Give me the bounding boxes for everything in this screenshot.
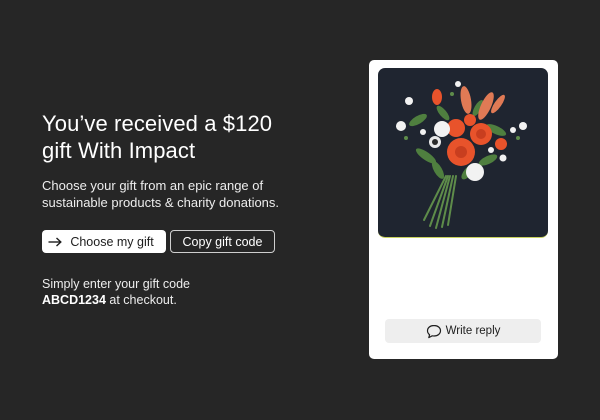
gift-code-note: Simply enter your gift code ABCD1234 at … — [42, 276, 342, 308]
gift-card: Write reply — [369, 60, 558, 359]
gift-subtitle-line-2: sustainable products & charity donations… — [42, 195, 280, 210]
write-reply-button[interactable]: Write reply — [385, 319, 541, 343]
gift-actions: Choose my gift Copy gift code — [42, 230, 342, 253]
arrow-right-icon — [48, 234, 63, 250]
speech-bubble-icon — [426, 324, 442, 339]
choose-my-gift-button[interactable]: Choose my gift — [42, 230, 166, 253]
write-reply-label: Write reply — [445, 325, 501, 337]
choose-my-gift-label: Choose my gift — [70, 234, 154, 249]
gift-code-note-line-1: Simply enter your gift code — [42, 277, 190, 291]
gift-title-line-1: You’ve received a $120 — [42, 111, 273, 136]
bouquet-image — [378, 68, 548, 238]
bouquet-illustration-icon — [396, 81, 527, 229]
gift-code-note-suffix: at checkout. — [105, 293, 177, 307]
copy-gift-code-label: Copy gift code — [182, 234, 263, 249]
gift-title-line-2: gift With Impact — [42, 138, 196, 163]
gift-title: You’ve received a $120 gift With Impact — [42, 110, 342, 164]
gift-code: ABCD1234 — [42, 293, 106, 307]
copy-gift-code-button[interactable]: Copy gift code — [170, 230, 275, 253]
gift-message-section: You’ve received a $120 gift With Impact … — [42, 110, 342, 308]
gift-subtitle: Choose your gift from an epic range of s… — [42, 177, 342, 211]
gift-subtitle-line-1: Choose your gift from an epic range of — [42, 178, 264, 193]
